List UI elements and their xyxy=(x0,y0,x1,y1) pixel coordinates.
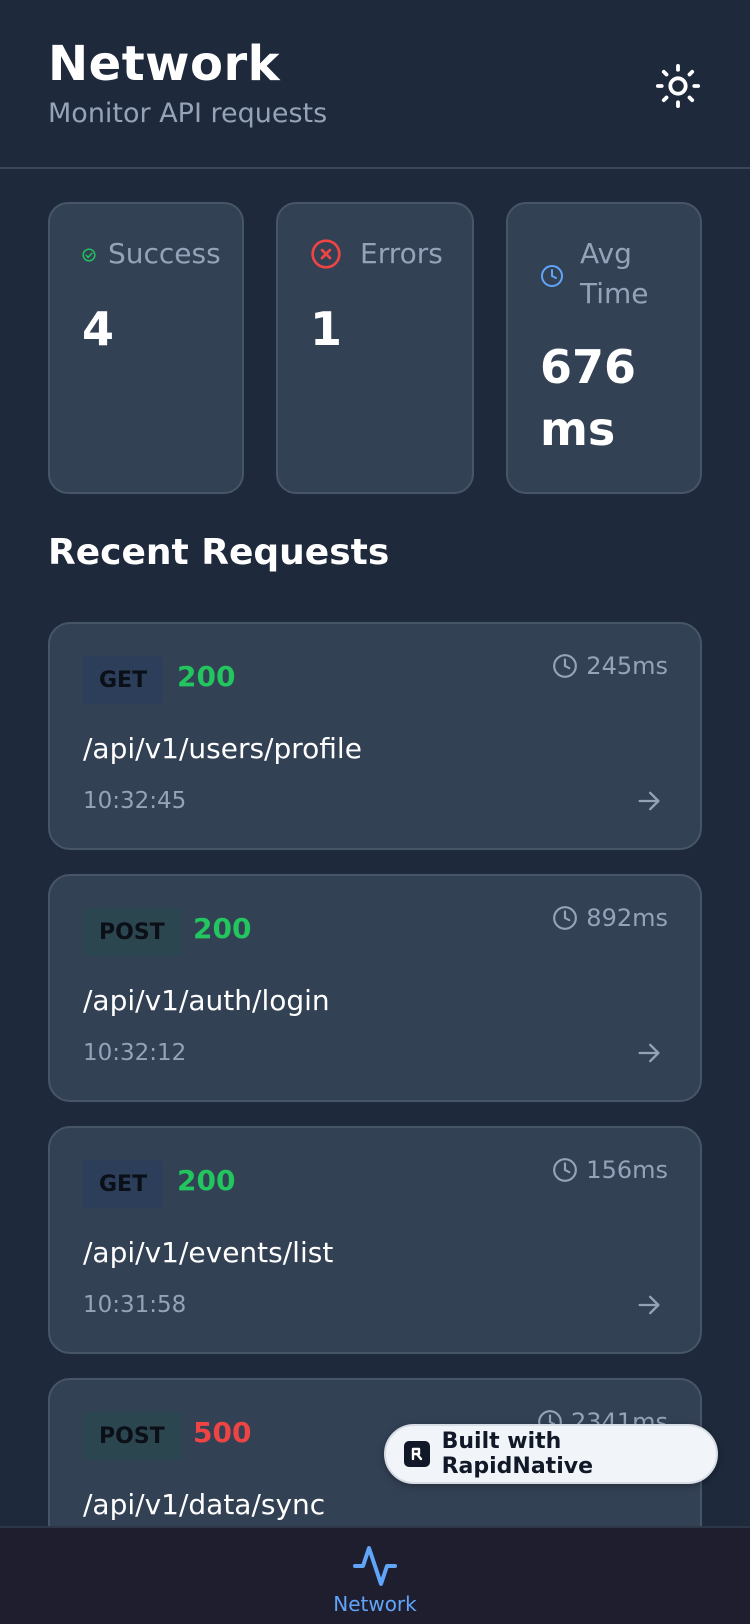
duration: 245ms xyxy=(552,652,668,680)
stat-card-errors: Errors 1 xyxy=(276,202,474,494)
stat-label-avg-time-line1: Avg xyxy=(580,237,632,270)
endpoint-path: /api/v1/auth/login xyxy=(83,984,330,1017)
endpoint-path: /api/v1/data/sync xyxy=(83,1488,326,1521)
app-screen: Network Monitor API requests Success 4 E… xyxy=(0,0,750,1624)
page-title: Network xyxy=(48,36,281,92)
built-with-label: Built with RapidNative xyxy=(441,1429,593,1479)
check-circle-icon xyxy=(82,248,96,262)
stat-value-avg-time-unit: ms xyxy=(540,402,616,456)
endpoint-path: /api/v1/events/list xyxy=(83,1236,334,1269)
method-badge: POST xyxy=(83,908,181,956)
status-code: 500 xyxy=(193,1416,252,1449)
stat-value-errors: 1 xyxy=(310,302,343,356)
nav-item-network[interactable]: Network xyxy=(320,1542,430,1624)
stat-card-avg-time: Avg Time 676 ms xyxy=(506,202,702,494)
request-time: 10:32:45 xyxy=(83,788,187,814)
clock-icon xyxy=(553,906,578,930)
status-code: 200 xyxy=(177,1164,236,1197)
built-with-badge[interactable]: Built with RapidNative xyxy=(384,1424,718,1484)
activity-icon xyxy=(353,1546,397,1586)
arrow-right-icon xyxy=(632,1288,666,1322)
request-card[interactable]: POST 200 892ms /api/v1/auth/login 10:32:… xyxy=(48,874,702,1102)
duration-value: 156ms xyxy=(586,1156,668,1184)
rapidnative-logo-icon xyxy=(404,1441,430,1467)
bottom-nav: Network xyxy=(0,1526,750,1624)
stat-card-success: Success 4 xyxy=(48,202,244,494)
method-badge: POST xyxy=(83,1412,181,1460)
duration-value: 245ms xyxy=(586,652,668,680)
stat-label-errors: Errors xyxy=(360,237,443,270)
x-circle-icon xyxy=(311,239,341,269)
stat-value-success: 4 xyxy=(82,302,115,356)
stat-label-avg-time-line2: Time xyxy=(580,277,649,310)
stat-value-avg-time-number: 676 xyxy=(540,340,637,394)
section-title-recent-requests: Recent Requests xyxy=(48,532,390,573)
arrow-right-icon xyxy=(632,784,666,818)
request-card[interactable]: GET 200 245ms /api/v1/users/profile 10:3… xyxy=(48,622,702,850)
status-code: 200 xyxy=(177,660,236,693)
theme-toggle-button[interactable] xyxy=(650,58,706,114)
method-badge: GET xyxy=(83,1160,164,1208)
nav-item-label: Network xyxy=(333,1592,417,1616)
clock-icon xyxy=(541,265,563,287)
endpoint-path: /api/v1/users/profile xyxy=(83,732,362,765)
clock-icon xyxy=(553,654,578,678)
stat-label-success: Success xyxy=(108,237,221,270)
duration: 892ms xyxy=(552,904,668,932)
method-badge: GET xyxy=(83,656,164,704)
duration: 156ms xyxy=(552,1156,668,1184)
duration-value: 892ms xyxy=(586,904,668,932)
clock-icon xyxy=(553,1158,578,1182)
arrow-right-icon xyxy=(632,1036,666,1070)
request-card[interactable]: GET 200 156ms /api/v1/events/list 10:31:… xyxy=(48,1126,702,1354)
request-time: 10:32:12 xyxy=(83,1040,187,1066)
status-code: 200 xyxy=(193,912,252,945)
page-subtitle: Monitor API requests xyxy=(48,98,328,129)
request-time: 10:31:58 xyxy=(83,1292,187,1318)
header: Network Monitor API requests xyxy=(0,0,750,169)
sun-icon xyxy=(655,63,701,109)
